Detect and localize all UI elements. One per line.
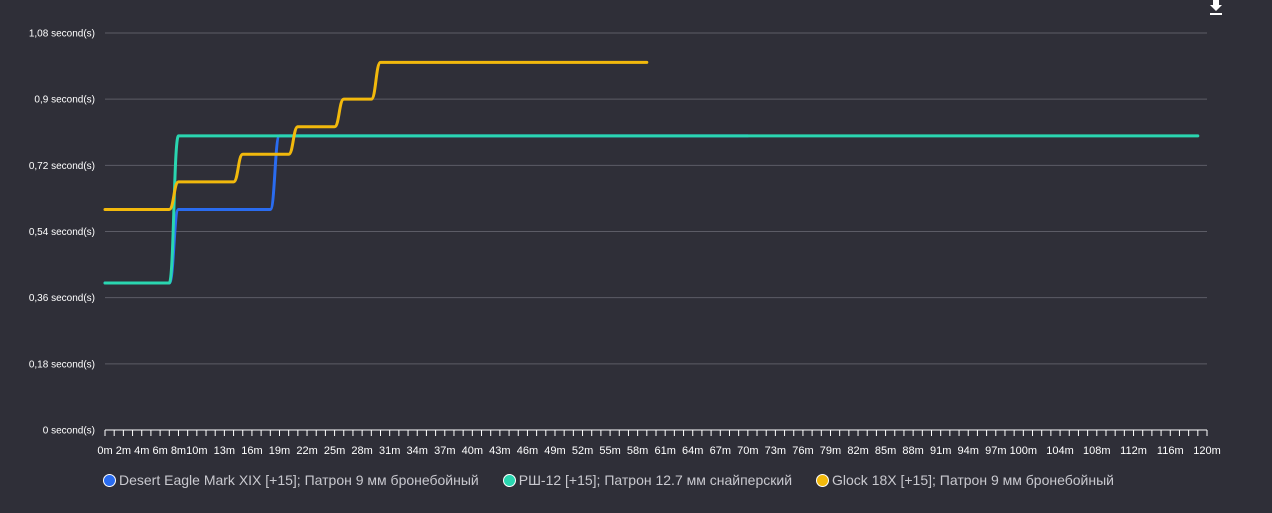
- grid-lines: [105, 32, 1207, 365]
- y-tick-label: 0,18 second(s): [29, 359, 95, 370]
- x-tick-label: 73m: [765, 445, 786, 457]
- legend: Desert Eagle Mark XIX [+15]; Патрон 9 мм…: [103, 470, 1138, 490]
- x-tick-label: 37m: [434, 445, 455, 457]
- x-tick-label: 100m: [1010, 445, 1038, 457]
- download-button[interactable]: [1207, 0, 1225, 16]
- x-tick-label: 4m: [134, 445, 149, 457]
- legend-marker: [103, 473, 116, 487]
- y-tick-label: 0,36 second(s): [29, 293, 95, 304]
- x-tick-label: 70m: [737, 445, 758, 457]
- x-tick-label: 43m: [489, 445, 510, 457]
- x-tick-label: 6m: [152, 445, 167, 457]
- download-icon: [1210, 0, 1222, 15]
- x-tick-label: 76m: [792, 445, 813, 457]
- series-line-0: [103, 134, 750, 285]
- legend-marker: [502, 473, 516, 487]
- x-tick-label: 88m: [902, 445, 923, 457]
- x-tick-label: 8m: [171, 445, 186, 457]
- x-tick-label: 34m: [407, 445, 428, 457]
- chart: 0 second(s) 0,18 second(s) 0,36 second(s) 0…: [29, 29, 1221, 458]
- x-tick-label: 104m: [1046, 445, 1074, 457]
- x-tick-label: 0m: [97, 445, 112, 457]
- x-tick-label: 116m: [1157, 445, 1184, 457]
- legend-marker: [816, 473, 830, 487]
- y-tick-label: 0 second(s): [43, 426, 95, 437]
- x-tick-label: 61m: [654, 445, 675, 457]
- legend-label: Desert Eagle Mark XIX [+15]; Патрон 9 мм…: [119, 472, 479, 488]
- x-tick-label: 13m: [214, 445, 235, 457]
- x-tick-label: 40m: [462, 445, 483, 457]
- x-tick-label: 67m: [710, 445, 731, 457]
- x-tick-label: 85m: [875, 445, 896, 457]
- legend-item-rsh12[interactable]: РШ-12 [+15]; Патрон 12.7 мм снайперский: [502, 472, 793, 488]
- x-tick-label: 10m: [186, 445, 207, 457]
- x-tick-label: 82m: [847, 445, 868, 457]
- y-tick-label: 1,08 second(s): [29, 29, 95, 40]
- x-tick-label: 46m: [517, 445, 538, 457]
- x-tick-label: 55m: [599, 445, 620, 457]
- x-tick-label: 64m: [682, 445, 703, 457]
- x-tick-label: 52m: [572, 445, 593, 457]
- x-axis: 0m 2m 4m 6m 8m 10m 13m 16m 19m 22m 25m 28m 31m 34m 37m…: [97, 429, 1221, 457]
- x-tick-label: 2m: [116, 445, 131, 457]
- x-tick-label: 112m: [1120, 445, 1147, 457]
- x-tick-label: 120m: [1193, 445, 1221, 457]
- x-tick-label: 108m: [1083, 445, 1111, 457]
- x-tick-label: 79m: [820, 445, 841, 457]
- x-tick-label: 49m: [544, 445, 565, 457]
- x-tick-label: 16m: [241, 445, 262, 457]
- y-tick-label: 0,9 second(s): [34, 95, 95, 106]
- x-tick-label: 28m: [351, 445, 372, 457]
- x-tick-label: 19m: [269, 445, 290, 457]
- y-tick-label: 0,54 second(s): [29, 227, 95, 238]
- legend-item-glock[interactable]: Glock 18X [+15]; Патрон 9 мм бронебойный: [816, 472, 1114, 488]
- x-tick-label: 58m: [627, 445, 648, 457]
- x-tick-label: 94m: [958, 445, 979, 457]
- y-axis-labels: 0 second(s) 0,18 second(s) 0,36 second(s) 0…: [29, 29, 95, 437]
- legend-label: РШ-12 [+15]; Патрон 12.7 мм снайперский: [518, 472, 793, 488]
- x-tick-label: 25m: [324, 445, 345, 457]
- x-tick-label: 91m: [930, 445, 951, 457]
- x-tick-label: 22m: [296, 445, 317, 457]
- legend-label: Glock 18X [+15]; Патрон 9 мм бронебойный: [832, 472, 1114, 488]
- x-tick-label: 97m: [985, 445, 1006, 457]
- y-tick-label: 0,72 second(s): [29, 161, 95, 172]
- x-tick-label: 31m: [379, 445, 400, 457]
- series-lines: [103, 60, 1200, 285]
- legend-item-desert-eagle[interactable]: Desert Eagle Mark XIX [+15]; Патрон 9 мм…: [103, 472, 479, 488]
